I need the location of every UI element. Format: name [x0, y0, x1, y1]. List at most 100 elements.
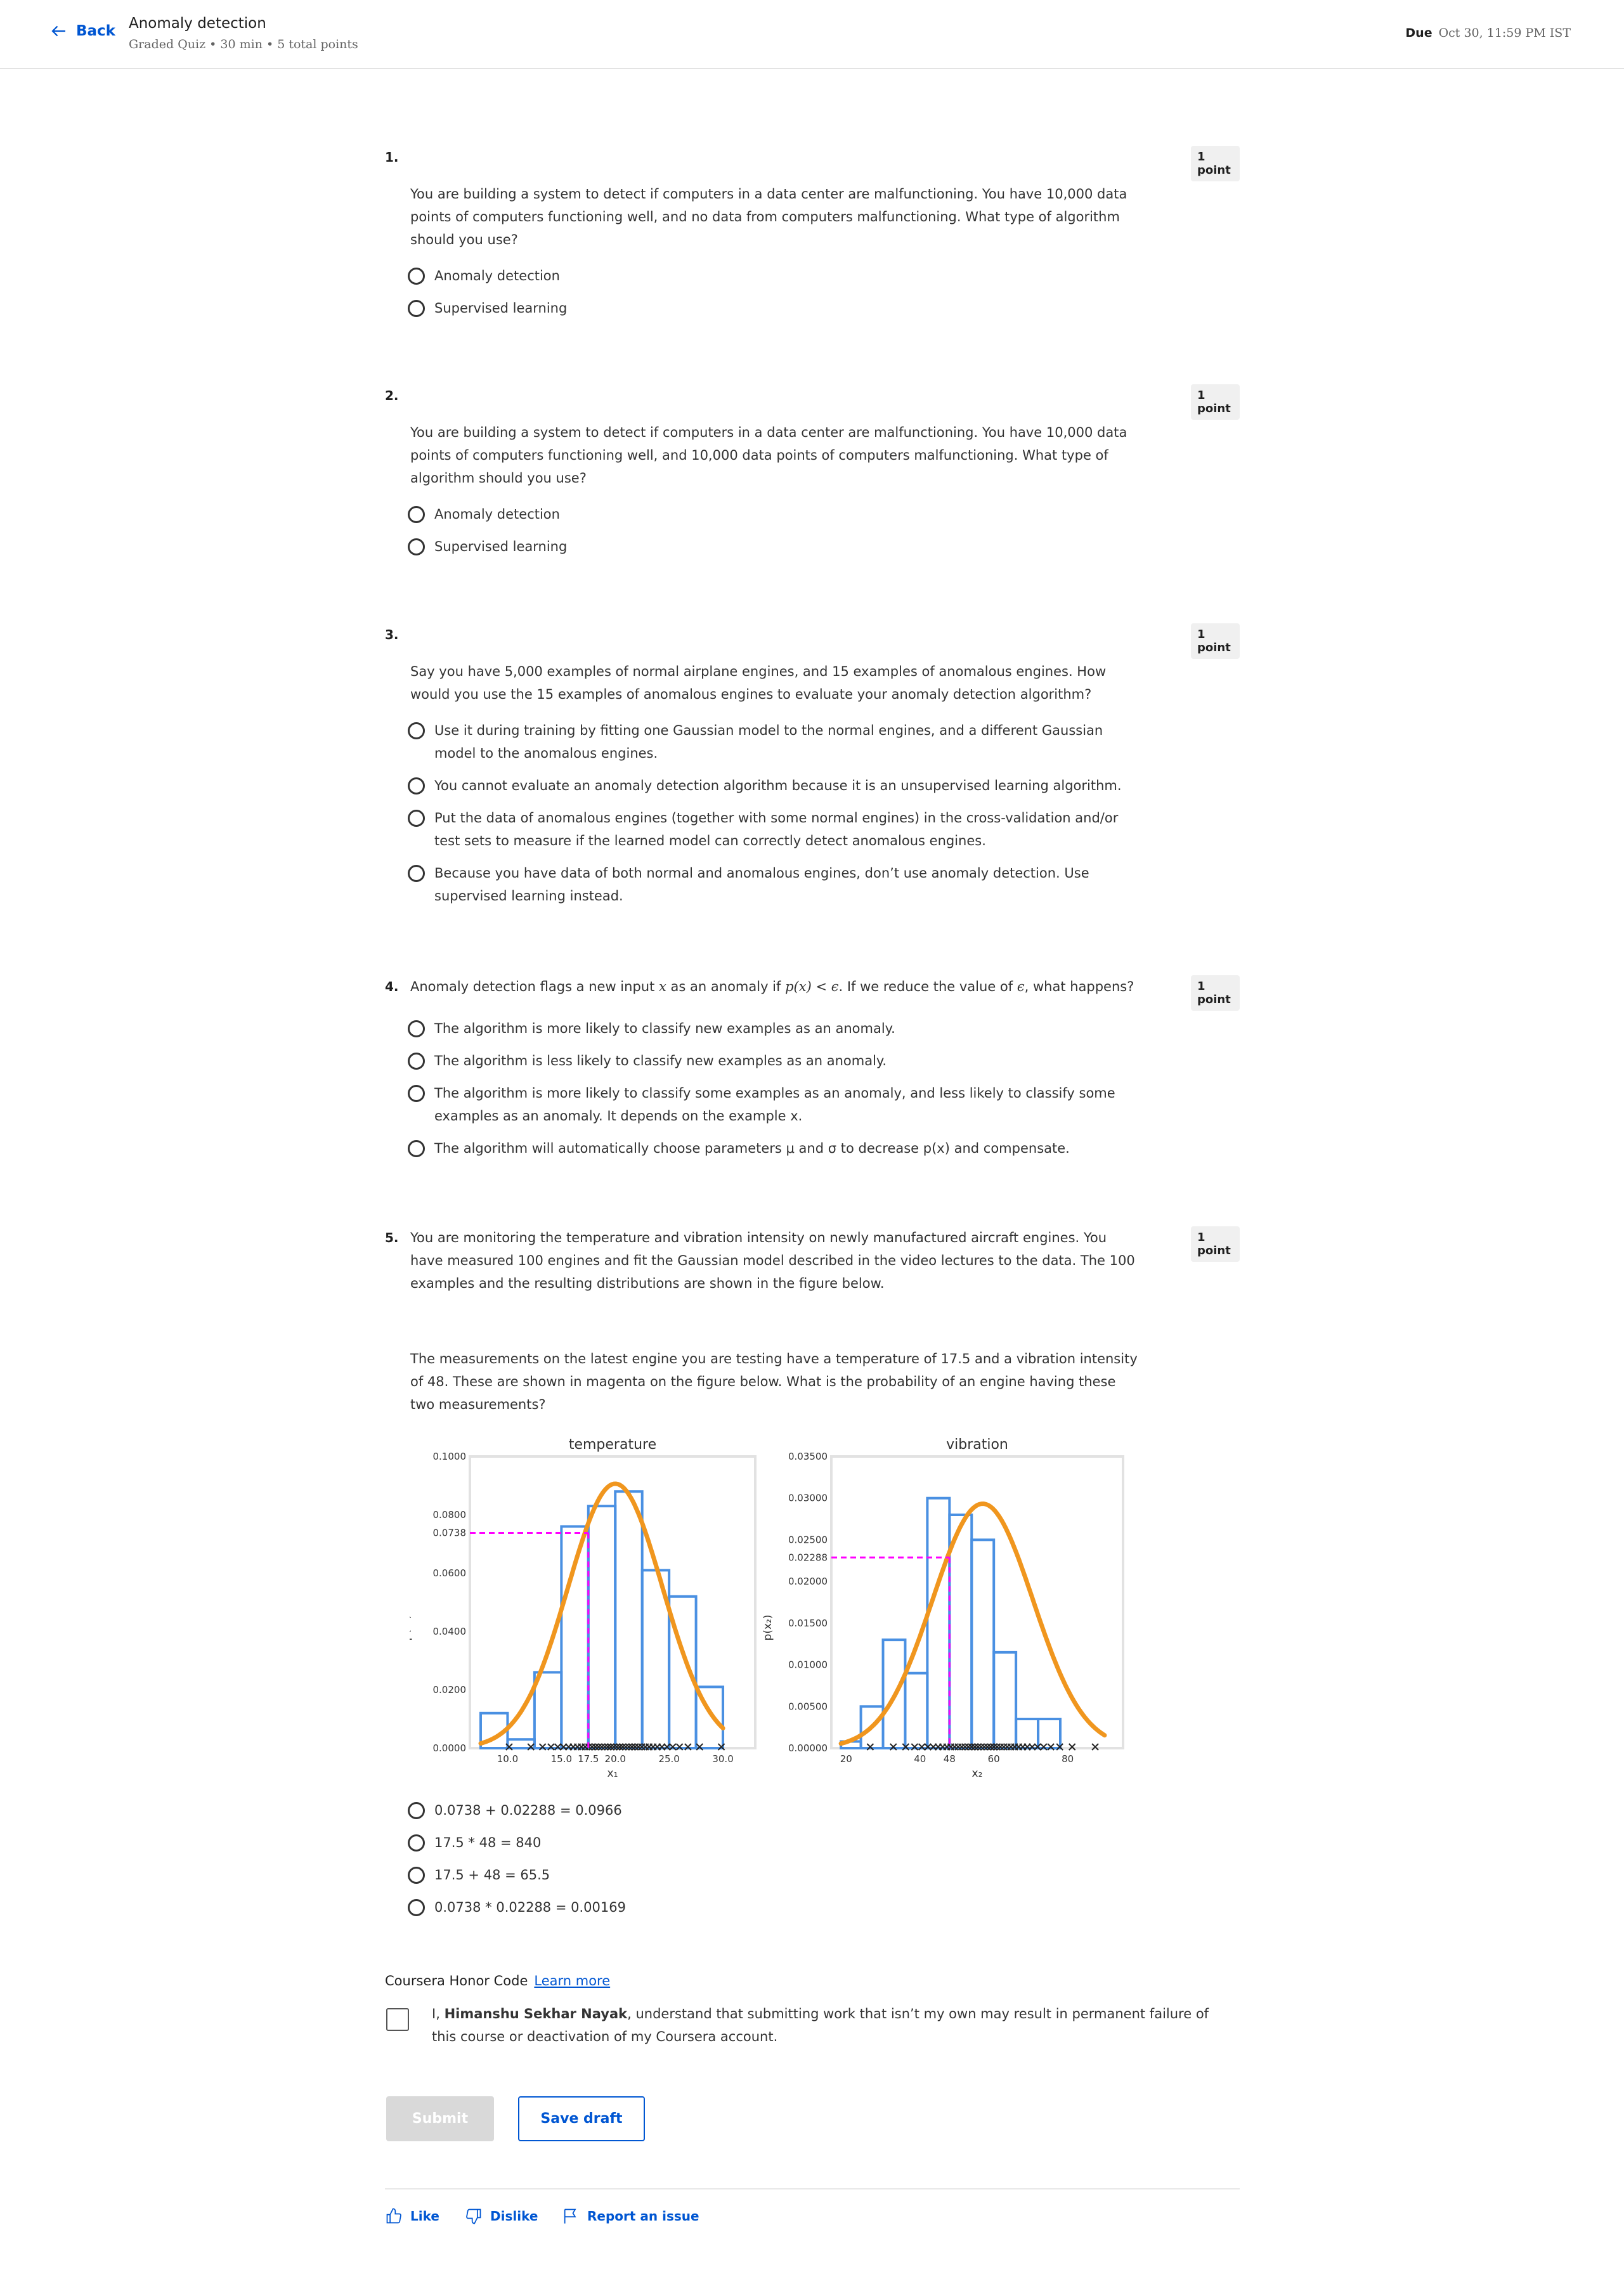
option-radio[interactable]: Supervised learning: [408, 537, 1137, 558]
histogram-bar: [533, 1671, 563, 1749]
options-list: Anomaly detection Supervised learning: [408, 266, 1137, 331]
y-axis-label: p(x₁): [410, 1615, 413, 1641]
y-tick-label: 0.03500: [788, 1451, 828, 1462]
option-label: Supervised learning: [434, 539, 568, 554]
math-condition: p(x) < ϵ: [785, 979, 839, 994]
option-radio[interactable]: 17.5 * 48 = 840: [408, 1833, 1137, 1854]
radio-button[interactable]: [408, 300, 425, 317]
honor-checkbox[interactable]: [386, 2008, 409, 2031]
y-tick-label: 0.0000: [433, 1742, 467, 1754]
option-radio[interactable]: Put the data of anomalous engines (toget…: [408, 808, 1137, 852]
x-tick-label: 17.5: [578, 1753, 599, 1765]
radio-button[interactable]: [408, 1053, 425, 1070]
radio-button[interactable]: [408, 722, 425, 739]
y-tick-label: 0.0600: [433, 1567, 467, 1579]
radio-button[interactable]: [408, 268, 425, 285]
option-label: 0.0738 * 0.02288 = 0.00169: [434, 1900, 626, 1915]
option-radio[interactable]: You cannot evaluate an anomaly detection…: [408, 776, 1137, 797]
save-draft-button[interactable]: Save draft: [518, 2096, 645, 2141]
histogram-bar: [614, 1490, 644, 1749]
y-tick-label: 0.02288: [788, 1552, 828, 1563]
radio-button[interactable]: [408, 538, 425, 555]
radio-button[interactable]: [408, 1085, 425, 1102]
x-tick-label: 25.0: [658, 1753, 679, 1765]
honor-prefix: I,: [432, 2006, 440, 2021]
option-radio[interactable]: Supervised learning: [408, 299, 1137, 320]
histogram-bar: [970, 1538, 996, 1750]
option-label: Anomaly detection: [434, 268, 560, 283]
option-radio[interactable]: 17.5 + 48 = 65.5: [408, 1865, 1137, 1886]
option-label: The algorithm is more likely to classify…: [434, 1086, 1115, 1124]
radio-button[interactable]: [408, 810, 425, 827]
points-badge: 1 point: [1191, 384, 1240, 420]
y-tick-label: 0.1000: [433, 1451, 467, 1462]
quiz-title: Anomaly detection: [129, 15, 266, 32]
distribution-charts: temperature 0.1000 0.0800 0.0738 0.0600 0.040…: [400, 1437, 1124, 1780]
radio-button[interactable]: [408, 1802, 425, 1819]
option-label: You cannot evaluate an anomaly detection…: [434, 778, 1122, 793]
option-radio[interactable]: 0.0738 + 0.02288 = 0.0966: [408, 1801, 1137, 1822]
y-tick-label: 0.0400: [433, 1626, 467, 1637]
question-text: You are building a system to detect if c…: [410, 186, 1127, 247]
back-label: Back: [76, 23, 115, 39]
report-issue-button[interactable]: Report an issue: [562, 2207, 699, 2225]
radio-button[interactable]: [408, 865, 425, 882]
due-date: Due Oct 30, 11:59 PM IST: [1405, 26, 1571, 40]
x-tick-label: 48: [944, 1753, 956, 1765]
question-text: Anomaly detection flags a new input x as…: [410, 975, 1140, 998]
x-tick-label: 20: [840, 1753, 852, 1765]
x-tick-label: 10.0: [497, 1753, 518, 1765]
like-label: Like: [410, 2208, 439, 2224]
radio-button[interactable]: [408, 1020, 425, 1037]
like-button[interactable]: Like: [385, 2207, 439, 2225]
y-tick-label: 0.00000: [788, 1742, 828, 1754]
chart-title: vibration: [946, 1437, 1008, 1453]
option-radio[interactable]: Anomaly detection: [408, 266, 1137, 287]
top-bar: Back Anomaly detection Graded Quiz • 30 …: [0, 0, 1624, 69]
back-button[interactable]: Back: [49, 22, 115, 41]
option-label: Supervised learning: [434, 301, 568, 316]
option-radio[interactable]: 0.0738 * 0.02288 = 0.00169: [408, 1898, 1137, 1919]
y-tick-label: 0.00500: [788, 1701, 828, 1712]
histogram-bar: [992, 1651, 1018, 1749]
chart-frame: [830, 1455, 1124, 1749]
points-badge: 1 point: [1191, 975, 1240, 1011]
dislike-label: Dislike: [490, 2208, 538, 2224]
option-label: The algorithm is more likely to classify…: [434, 1021, 895, 1036]
chart-title: temperature: [569, 1437, 656, 1453]
radio-button[interactable]: [408, 1834, 425, 1852]
option-radio[interactable]: Because you have data of both normal and…: [408, 864, 1137, 907]
y-tick-label: 0.0200: [433, 1684, 467, 1696]
y-tick-label: 0.03000: [788, 1493, 828, 1504]
option-radio[interactable]: The algorithm is more likely to classify…: [408, 1084, 1137, 1127]
options-list: Use it during training by fitting one Ga…: [408, 721, 1137, 919]
x-axis-label: x₂: [972, 1767, 983, 1780]
radio-button[interactable]: [408, 506, 425, 523]
radio-button[interactable]: [408, 1899, 425, 1916]
option-label: Anomaly detection: [434, 507, 560, 522]
y-tick-label: 0.0800: [433, 1509, 467, 1521]
option-radio[interactable]: The algorithm is less likely to classify…: [408, 1051, 1137, 1072]
distribution-figure: temperature 0.1000 0.0800 0.0738 0.0600 0.040…: [400, 1427, 1136, 1794]
flag-icon: [564, 2208, 576, 2224]
submit-button[interactable]: Submit: [386, 2096, 494, 2141]
question-number: 5.: [385, 1230, 399, 1245]
option-radio[interactable]: Anomaly detection: [408, 505, 1137, 526]
radio-button[interactable]: [408, 777, 425, 795]
due-value: Oct 30, 11:59 PM IST: [1438, 26, 1571, 40]
x-tick-label: 15.0: [551, 1753, 572, 1765]
learn-more-link[interactable]: Learn more: [534, 1973, 610, 1988]
dislike-button[interactable]: Dislike: [465, 2207, 538, 2225]
option-radio[interactable]: The algorithm is more likely to classify…: [408, 1019, 1137, 1040]
radio-button[interactable]: [408, 1140, 425, 1157]
option-radio[interactable]: Use it during training by fitting one Ga…: [408, 721, 1137, 765]
question-number: 4.: [385, 979, 399, 994]
option-label: The algorithm will automatically choose …: [434, 1141, 1070, 1156]
option-label: Put the data of anomalous engines (toget…: [434, 810, 1119, 848]
x-tick-label: 20.0: [605, 1753, 626, 1765]
divider: [385, 2188, 1240, 2189]
option-radio[interactable]: The algorithm will automatically choose …: [408, 1139, 1137, 1160]
honor-code-title: Coursera Honor Code: [385, 1973, 528, 1988]
radio-button[interactable]: [408, 1867, 425, 1884]
options-list: 0.0738 + 0.02288 = 0.0966 17.5 * 48 = 84…: [408, 1801, 1137, 1930]
